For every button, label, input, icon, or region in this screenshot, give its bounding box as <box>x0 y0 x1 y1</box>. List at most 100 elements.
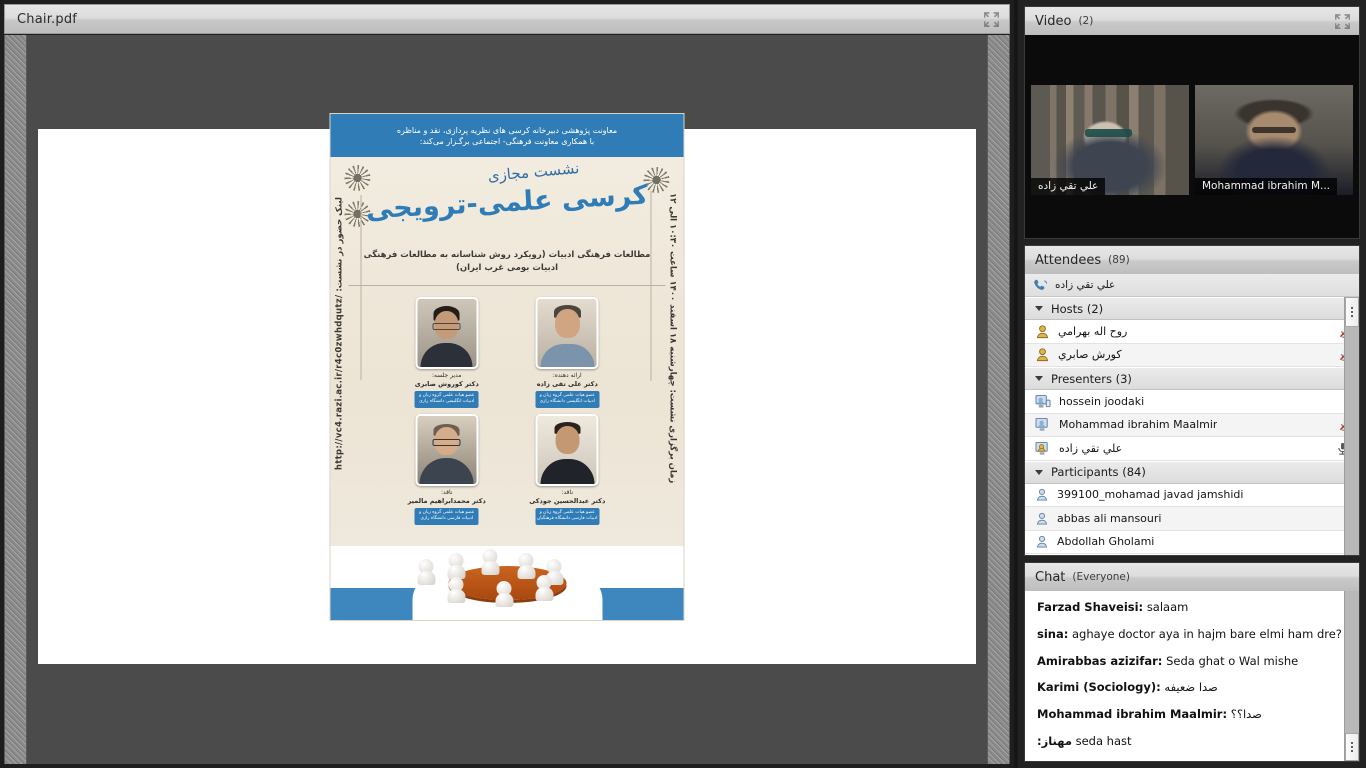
speaker-affiliation: عضو هیات علمی گروه زبان و ادبیات انگلیسی… <box>535 390 600 408</box>
attendee-row[interactable]: abbas ali mansouri <box>1025 507 1359 531</box>
poster-subject-line2: ادبیات بومی غرب ایران) <box>455 262 558 273</box>
chat-message: Amirabbas azizifar: Seda ghat o Wal mish… <box>1037 653 1334 669</box>
figure-icon <box>446 577 465 612</box>
attendee-name: hossein joodaki <box>1059 394 1145 408</box>
expand-arrows-icon[interactable] <box>1334 13 1351 30</box>
poster-join-label: لینک حضور در نشست: <box>334 197 345 292</box>
speaker-role: ناقد: دکتر عبدالحسین جودکی <box>529 488 606 505</box>
poster-speaker-card: ناقد: دکتر محمدابراهیم مالمیر عضو هیات ع… <box>391 413 504 525</box>
participant-icon <box>1035 511 1049 526</box>
chat-pod-title: Chat <box>1035 569 1066 585</box>
presenter-icon <box>1035 417 1051 432</box>
video-tile-label: علي تقي زاده <box>1031 178 1106 195</box>
video-pod: Video (2) علي تقي زاده Mohammad ibrahim … <box>1024 6 1360 239</box>
poster-speaker-card: ناقد: دکتر عبدالحسین جودکی عضو هیات علمی… <box>511 413 624 525</box>
chat-author: Amirabbas azizifar: <box>1037 653 1163 668</box>
attendee-row[interactable]: 399100_mohamad javad jamshidi <box>1025 483 1359 507</box>
chat-pod-scope: (Everyone) <box>1072 571 1130 583</box>
attendee-name: علي تقي زاده <box>1059 441 1123 455</box>
university-logo-icon <box>344 165 371 191</box>
chat-text: صدا ضعيفه <box>1164 680 1218 695</box>
chat-scrollbar-thumb[interactable] <box>1345 733 1359 761</box>
chat-author: Farzad Shaveisi: <box>1037 600 1144 614</box>
attendees-scrollbar[interactable] <box>1344 297 1359 555</box>
caret-down-icon[interactable] <box>1035 306 1043 311</box>
poster-join-url[interactable]: http://vc4.razi.ac.ir/r4c0zwhdqutz/ <box>335 295 345 471</box>
attendee-row[interactable]: علي تقي زاده <box>1025 437 1359 461</box>
video-tiles: علي تقي زاده Mohammad ibrahim M... <box>1031 85 1353 195</box>
chat-author: Karimi (Sociology): <box>1037 680 1161 695</box>
attendees-scrollbar-thumb[interactable] <box>1345 297 1359 327</box>
chat-message: Mohammad ibrahim Maalmir: صدا؟؟ <box>1037 707 1334 722</box>
speaker-photo <box>415 297 479 369</box>
right-pod-column: Video (2) علي تقي زاده Mohammad ibrahim … <box>1018 0 1366 768</box>
participant-icon <box>1035 487 1049 502</box>
attendees-pod: Attendees (89) علي تقي زاده Hosts (2) رو… <box>1024 245 1360 556</box>
attendee-group-header-hosts[interactable]: Hosts (2) <box>1025 297 1359 320</box>
speaker-photo <box>535 297 599 369</box>
presenter-icon <box>1035 441 1051 456</box>
chat-text: salaam <box>1146 600 1189 614</box>
attendees-list[interactable]: علي تقي زاده Hosts (2) روح اله بهرامي كو… <box>1025 274 1359 555</box>
caret-down-icon[interactable] <box>1035 469 1043 475</box>
poster-left-rule <box>360 195 362 380</box>
speaker-role: ارائه دهنده: دکتر علی تقی زاده <box>536 372 598 389</box>
video-pod-header[interactable]: Video (2) <box>1025 7 1359 36</box>
host-icon <box>1035 347 1050 362</box>
speaker-name: دکتر محمدابراهیم مالمیر <box>407 496 486 505</box>
share-pod-body: معاونت پژوهشی دبیرخانه کرسی های نظریه پر… <box>4 35 1010 764</box>
chat-text: Seda ghat o Wal mishe <box>1166 653 1299 668</box>
poster-subject-line1: مطالعات فرهنگی ادبیات (رویکرد روش شناسان… <box>363 250 651 260</box>
group-label: Hosts (2) <box>1051 301 1104 316</box>
expand-arrows-icon[interactable] <box>983 11 1000 28</box>
share-pod: Chair.pdf معاونت پژوهشی دبیرخانه کرسی ها… <box>0 0 1018 768</box>
video-pod-title: Video <box>1035 13 1072 29</box>
host-icon <box>1035 324 1050 339</box>
poster-speaker-grid: مدیر جلسه: دکتر کوروش صابری عضو هیات علم… <box>391 297 624 525</box>
phone-icon <box>1033 279 1048 292</box>
chat-pod: Chat (Everyone) Farzad Shaveisi: salaam … <box>1024 562 1360 762</box>
group-label: Participants (84) <box>1051 465 1146 479</box>
attendee-row[interactable]: روح اله بهرامي <box>1025 320 1359 344</box>
attendee-self-row[interactable]: علي تقي زاده <box>1025 274 1359 297</box>
pdf-page[interactable]: معاونت پژوهشی دبیرخانه کرسی های نظریه پر… <box>38 113 976 664</box>
poster-header-banner: معاونت پژوهشی دبیرخانه کرسی های نظریه پر… <box>330 114 684 157</box>
attendee-group-header-presenters[interactable]: Presenters (3) <box>1025 367 1359 390</box>
video-tile[interactable]: علي تقي زاده <box>1031 85 1189 195</box>
attendee-row[interactable]: Mohammad ibrahim Maalmir <box>1025 413 1359 437</box>
attendee-row[interactable]: كورش صابري <box>1025 343 1359 367</box>
speaker-role: مدیر جلسه: دکتر کوروش صابری <box>414 372 479 389</box>
video-tile-label: Mohammad ibrahim M... <box>1195 178 1338 195</box>
poster-speaker-card: مدیر جلسه: دکتر کوروش صابری عضو هیات علم… <box>391 297 504 408</box>
caret-down-icon[interactable] <box>1035 376 1043 381</box>
chat-message-list[interactable]: Farzad Shaveisi: salaam sina: aghaye doc… <box>1025 591 1359 761</box>
attendee-row[interactable]: Abdollah Gholami <box>1025 530 1359 554</box>
speaker-name: دکتر علی تقی زاده <box>536 380 598 389</box>
speaker-name: دکتر عبدالحسین جودکی <box>529 496 606 505</box>
chat-scrollbar[interactable] <box>1344 591 1359 761</box>
poster-speaker-card: ارائه دهنده: دکتر علی تقی زاده عضو هیات … <box>511 297 624 408</box>
poster-time-block: زمان برگزاری نشست: چهارشنبه ۱۸ اسفند ۱۴۰… <box>668 193 678 483</box>
poster-join-link-block: لینک حضور در نشست: http://vc4.razi.ac.ir… <box>335 197 345 470</box>
share-pod-titlebar[interactable]: Chair.pdf <box>4 4 1010 34</box>
attendee-name: Mohammad ibrahim Maalmir <box>1059 418 1218 432</box>
speaker-photo <box>535 413 599 486</box>
chat-message: Karimi (Sociology): صدا ضعيفه <box>1037 680 1334 695</box>
figure-icon <box>516 553 535 588</box>
video-tile[interactable]: Mohammad ibrahim M... <box>1195 85 1353 195</box>
attendee-group-header-participants[interactable]: Participants (84) <box>1025 460 1359 484</box>
chat-author: sina: <box>1037 626 1069 641</box>
chat-message: sina: aghaye doctor aya in hajm bare elm… <box>1037 626 1342 642</box>
speaker-photo <box>415 413 479 486</box>
speaker-affiliation: عضو هیات علمی گروه زبان و ادبیات فارسی د… <box>414 507 479 525</box>
figure-icon <box>480 549 499 584</box>
grip-dots-icon <box>1351 311 1353 313</box>
presenter-icon <box>1035 394 1051 409</box>
poster-header-line1: معاونت پژوهشی دبیرخانه کرسی های نظریه پر… <box>396 125 618 135</box>
poster-subject: مطالعات فرهنگی ادبیات (رویکرد روش شناسان… <box>345 249 670 275</box>
attendees-pod-header[interactable]: Attendees (89) <box>1025 246 1359 275</box>
attendee-row[interactable]: hossein joodaki <box>1025 390 1359 414</box>
attendees-pod-count: (89) <box>1108 254 1130 266</box>
chat-pod-header[interactable]: Chat (Everyone) <box>1025 563 1359 592</box>
group-label: Presenters (3) <box>1051 371 1132 386</box>
